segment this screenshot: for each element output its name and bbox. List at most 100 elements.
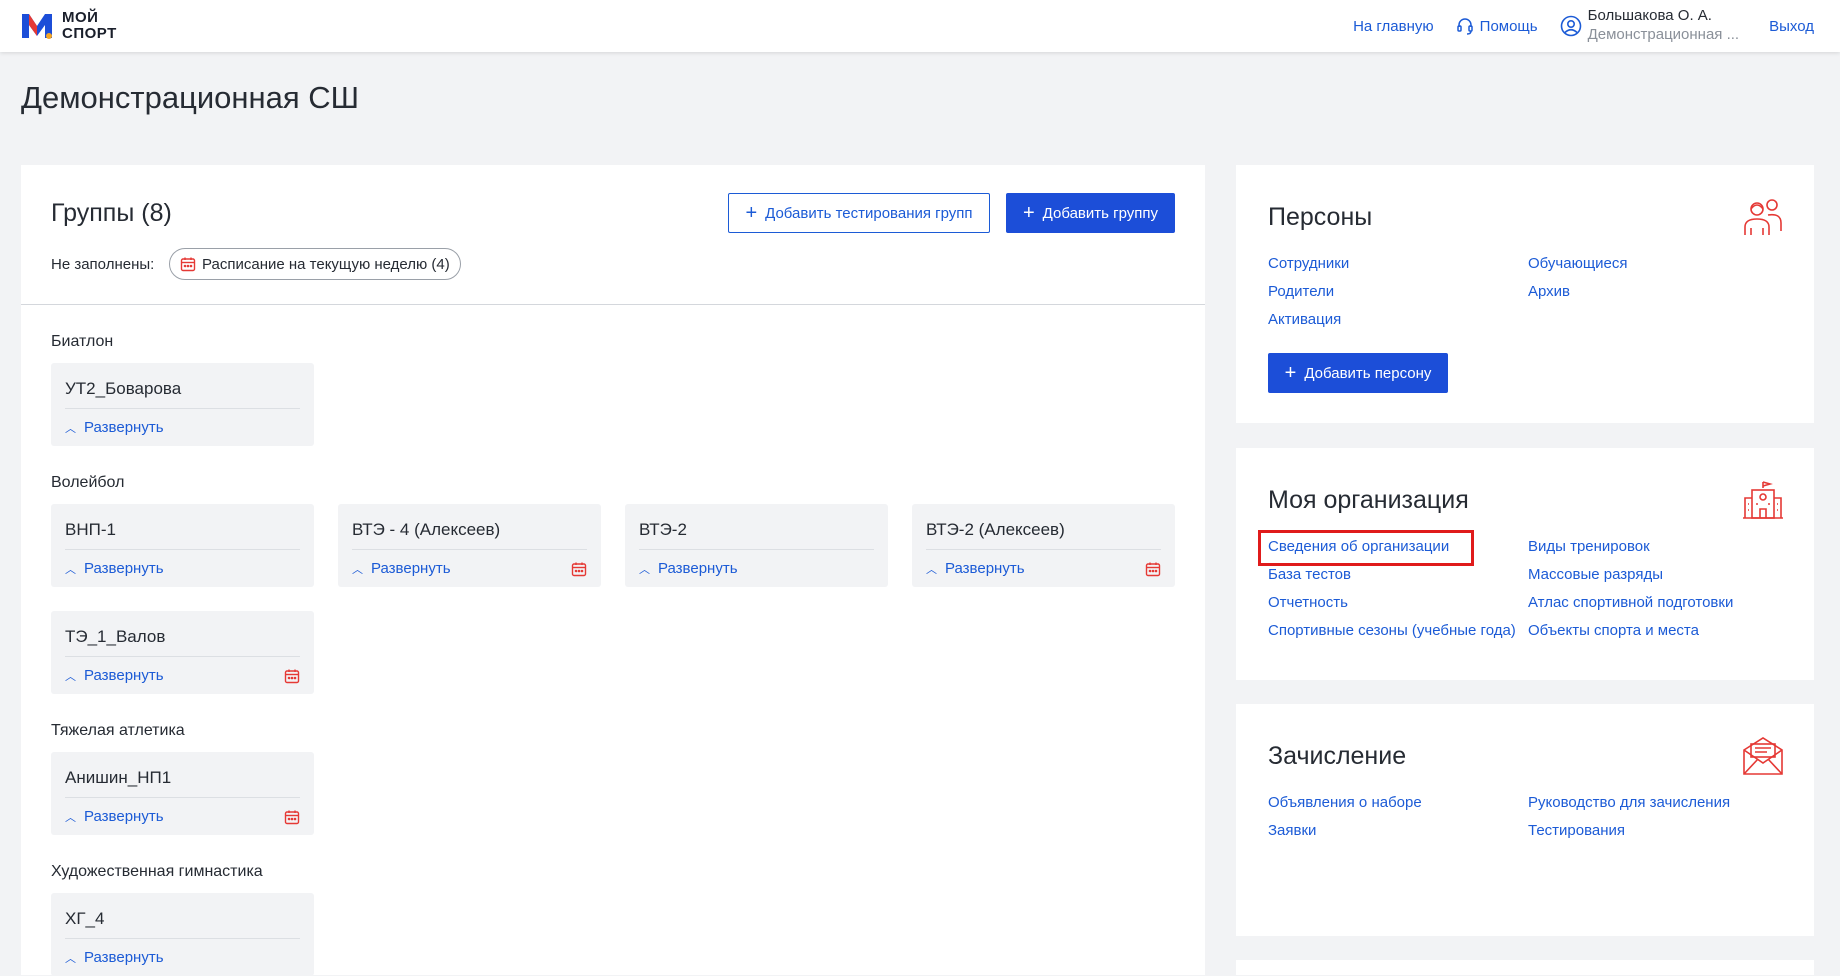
logo[interactable]: МОЙ СПОРТ	[20, 10, 117, 42]
help-label: Помощь	[1479, 17, 1538, 35]
employees-link[interactable]: Сотрудники	[1268, 255, 1349, 272]
expand-link[interactable]: ︿ Развернуть	[926, 560, 1025, 577]
calendar-icon	[284, 669, 300, 684]
divider	[65, 408, 300, 409]
plus-icon: +	[1284, 362, 1297, 384]
divider	[926, 549, 1161, 550]
add-group-button[interactable]: + Добавить группу	[1006, 193, 1175, 233]
plus-icon: +	[1022, 202, 1035, 224]
students-link[interactable]: Обучающиеся	[1528, 255, 1628, 272]
activation-link[interactable]: Активация	[1268, 311, 1341, 328]
expand-label: Развернуть	[84, 949, 164, 966]
home-link[interactable]: На главную	[1353, 18, 1434, 35]
logo-line-1: МОЙ	[62, 9, 99, 26]
group-name: ВТЭ-2 (Алексеев)	[926, 520, 1065, 539]
expand-link[interactable]: ︿ Развернуть	[639, 560, 738, 577]
chevron-up-icon: ︿	[65, 563, 76, 576]
enrollment-guide-link[interactable]: Руководство для зачисления	[1528, 794, 1730, 811]
user-name: Большакова О. А.	[1587, 7, 1712, 24]
parents-link[interactable]: Родители	[1268, 283, 1334, 300]
organization-card: Моя организация Сведения об организации …	[1236, 448, 1814, 680]
help-link[interactable]: Помощь	[1456, 17, 1538, 35]
tests-base-link[interactable]: База тестов	[1268, 566, 1351, 583]
unfilled-label: Не заполнены:	[51, 256, 155, 273]
persons-title: Персоны	[1268, 203, 1373, 231]
sport-label: Художественная гимнастика	[51, 863, 263, 880]
group-card[interactable]: ВТЭ-2 ︿ Развернуть	[625, 504, 888, 587]
group-name: ТЭ_1_Валов	[65, 627, 166, 646]
chevron-up-icon: ︿	[65, 422, 76, 435]
groups-title: Группы (8)	[51, 199, 172, 227]
enrollment-card: Зачисление Объявления о наборе Руководст…	[1236, 704, 1814, 936]
user-org: Демонстрационная ...	[1587, 26, 1740, 43]
divider	[639, 549, 874, 550]
recruitment-ads-link[interactable]: Объявления о наборе	[1268, 794, 1422, 811]
expand-link[interactable]: ︿ Развернуть	[65, 667, 164, 684]
group-name: УТ2_Боварова	[65, 379, 182, 398]
user-menu[interactable]: Большакова О. А. Демонстрационная ...	[1560, 7, 1740, 45]
group-name: ХГ_4	[65, 909, 105, 928]
schedule-chip-label: Расписание на текущую неделю (4)	[202, 255, 450, 273]
chevron-up-icon: ︿	[65, 952, 76, 965]
group-name: Анишин_НП1	[65, 768, 172, 787]
headset-icon	[1456, 18, 1473, 35]
enrollment-title: Зачисление	[1268, 742, 1407, 770]
logout-link[interactable]: Выход	[1769, 18, 1814, 35]
next-card	[1236, 960, 1814, 975]
group-name: ВТЭ-2	[639, 520, 687, 539]
add-person-button[interactable]: + Добавить персону	[1268, 353, 1448, 393]
training-types-link[interactable]: Виды тренировок	[1528, 538, 1650, 555]
reports-link[interactable]: Отчетность	[1268, 594, 1348, 611]
group-card[interactable]: УТ2_Боварова ︿ Развернуть	[51, 363, 314, 446]
persons-card: Персоны Сотрудники Обучающиеся Родители …	[1236, 165, 1814, 423]
chevron-up-icon: ︿	[639, 563, 650, 576]
group-name: ВТЭ - 4 (Алексеев)	[352, 520, 501, 539]
calendar-icon	[571, 562, 587, 577]
add-group-testing-label: Добавить тестирования групп	[765, 204, 973, 222]
logo-text: МОЙ СПОРТ	[62, 10, 117, 42]
add-group-label: Добавить группу	[1042, 204, 1159, 222]
people-icon	[1744, 199, 1782, 235]
archive-link[interactable]: Архив	[1528, 283, 1570, 300]
organization-title: Моя организация	[1268, 486, 1469, 514]
applications-link[interactable]: Заявки	[1268, 822, 1316, 839]
calendar-icon	[1145, 562, 1161, 577]
group-card[interactable]: ВНП-1 ︿ Развернуть	[51, 504, 314, 587]
group-card[interactable]: ХГ_4 ︿ Развернуть	[51, 893, 314, 976]
user-icon	[1560, 15, 1581, 37]
divider	[65, 656, 300, 657]
group-name: ВНП-1	[65, 520, 116, 539]
chevron-up-icon: ︿	[65, 811, 76, 824]
chevron-up-icon: ︿	[352, 563, 363, 576]
group-card[interactable]: ВТЭ-2 (Алексеев) ︿ Развернуть	[912, 504, 1175, 587]
envelope-icon	[1743, 737, 1783, 775]
chevron-up-icon: ︿	[926, 563, 937, 576]
divider	[65, 797, 300, 798]
groups-header: Группы (8) + Добавить тестирования групп…	[21, 165, 1205, 305]
expand-link[interactable]: ︿ Развернуть	[65, 419, 164, 436]
sport-atlas-link[interactable]: Атлас спортивной подготовки	[1528, 594, 1733, 611]
expand-link[interactable]: ︿ Развернуть	[352, 560, 451, 577]
sport-seasons-link[interactable]: Спортивные сезоны (учебные года)	[1268, 622, 1516, 639]
building-icon	[1743, 481, 1783, 519]
sport-facilities-link[interactable]: Объекты спорта и места	[1528, 622, 1699, 639]
expand-link[interactable]: ︿ Развернуть	[65, 560, 164, 577]
expand-link[interactable]: ︿ Развернуть	[65, 949, 164, 966]
add-group-testing-button[interactable]: + Добавить тестирования групп	[728, 193, 990, 233]
divider	[352, 549, 587, 550]
expand-link[interactable]: ︿ Развернуть	[65, 808, 164, 825]
testings-link[interactable]: Тестирования	[1528, 822, 1625, 839]
expand-label: Развернуть	[84, 808, 164, 825]
logo-mark-icon	[20, 10, 54, 42]
expand-label: Развернуть	[945, 560, 1025, 577]
calendar-icon	[180, 257, 196, 272]
header-nav: На главную Помощь Большакова О. А. Демон…	[1353, 0, 1814, 52]
calendar-icon	[284, 810, 300, 825]
mass-ranks-link[interactable]: Массовые разряды	[1528, 566, 1663, 583]
chevron-up-icon: ︿	[65, 670, 76, 683]
schedule-chip[interactable]: Расписание на текущую неделю (4)	[169, 248, 461, 280]
group-card[interactable]: Анишин_НП1 ︿ Развернуть	[51, 752, 314, 835]
group-card[interactable]: ВТЭ - 4 (Алексеев) ︿ Развернуть	[338, 504, 601, 587]
group-card[interactable]: ТЭ_1_Валов ︿ Развернуть	[51, 611, 314, 694]
groups-card: Группы (8) + Добавить тестирования групп…	[21, 165, 1205, 976]
